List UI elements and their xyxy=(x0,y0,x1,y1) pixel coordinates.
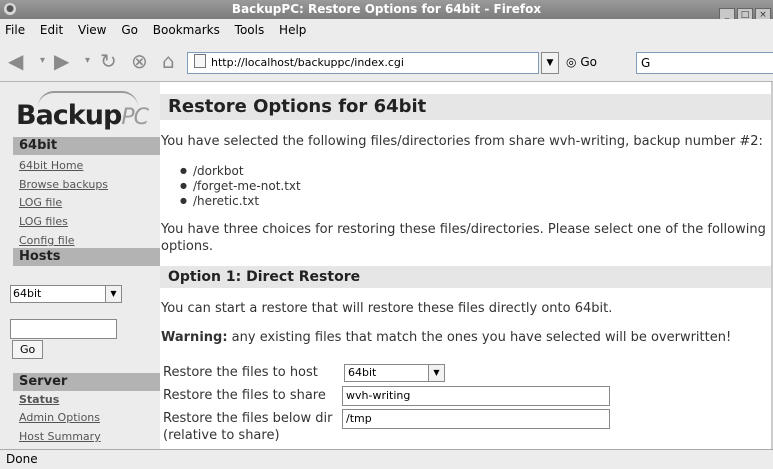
choices-text-cont: options. xyxy=(161,239,214,254)
url-dropdown-icon[interactable]: ▼ xyxy=(541,52,559,74)
back-dropdown-icon[interactable]: ▾ xyxy=(40,55,45,66)
forward-dropdown-icon[interactable]: ▾ xyxy=(85,55,90,66)
menu-edit[interactable]: Edit xyxy=(40,23,63,37)
server-heading: Server xyxy=(13,373,164,391)
host-select[interactable]: 64bit ▼ xyxy=(10,285,122,303)
option1-heading: Option 1: Direct Restore xyxy=(160,266,773,288)
warning-message: any existing files that match the ones y… xyxy=(227,330,732,345)
status-bar: Done xyxy=(0,449,773,469)
warning-text: Warning: any existing files that match t… xyxy=(161,330,731,345)
sidebar-link-status[interactable]: Status xyxy=(19,393,59,406)
page-icon xyxy=(194,54,206,68)
backuppc-logo[interactable]: BackupPC xyxy=(12,88,152,134)
menu-go[interactable]: Go xyxy=(121,23,138,37)
menu-tools[interactable]: Tools xyxy=(235,23,265,37)
main-content: Restore Options for 64bit You have selec… xyxy=(160,82,773,449)
host-heading: 64bit xyxy=(13,137,164,155)
chevron-down-icon: ▼ xyxy=(428,365,444,381)
go-button[interactable]: ◎ Go xyxy=(566,55,597,69)
menu-bar: File Edit View Go Bookmarks Tools Help xyxy=(0,19,773,41)
sidebar-link-admin-options[interactable]: Admin Options xyxy=(19,411,100,424)
option1-description: You can start a restore that will restor… xyxy=(161,301,613,316)
menu-view[interactable]: View xyxy=(78,23,106,37)
host-label: Restore the files to host xyxy=(163,365,318,380)
warning-label: Warning: xyxy=(161,330,228,345)
sidebar-link-log-file[interactable]: LOG file xyxy=(19,196,62,209)
sidebar-link-log-files[interactable]: LOG files xyxy=(19,215,68,228)
back-icon[interactable]: ◀ xyxy=(8,49,23,73)
page-title: Restore Options for 64bit xyxy=(160,94,773,120)
go-label: Go xyxy=(580,55,597,69)
restore-host-value: 64bit xyxy=(348,366,377,379)
file-list-item: /dorkbot xyxy=(180,164,244,178)
sidebar: BackupPC 64bit 64bit Home Browse backups… xyxy=(0,82,164,449)
logo-suffix: PC xyxy=(121,105,149,130)
sidebar-link-host-summary[interactable]: Host Summary xyxy=(19,430,101,443)
menu-bookmarks[interactable]: Bookmarks xyxy=(153,23,220,37)
sidebar-link-browse-backups[interactable]: Browse backups xyxy=(19,178,108,191)
restore-host-select[interactable]: 64bit ▼ xyxy=(344,364,445,382)
choices-text: You have three choices for restoring the… xyxy=(161,222,766,237)
hosts-heading: Hosts xyxy=(13,248,164,266)
share-label: Restore the files to share xyxy=(163,388,326,403)
menu-file[interactable]: File xyxy=(5,23,25,37)
reload-icon[interactable]: ↻ xyxy=(100,49,117,73)
url-field[interactable]: http://localhost/backuppc/index.cgi xyxy=(187,52,539,74)
restore-share-field[interactable]: wvh-writing xyxy=(342,386,610,406)
sidebar-link-config-file[interactable]: Config file xyxy=(19,234,75,247)
restore-dir-field[interactable]: /tmp xyxy=(342,409,610,429)
intro-text: You have selected the following files/di… xyxy=(161,134,763,149)
file-list-item: /forget-me-not.txt xyxy=(180,179,301,193)
sidebar-link-host-home[interactable]: 64bit Home xyxy=(19,159,83,172)
host-go-button[interactable]: Go xyxy=(12,340,44,359)
go-icon: ◎ xyxy=(566,55,577,69)
window-title: BackupPC: Restore Options for 64bit - Fi… xyxy=(231,2,542,16)
host-search-input[interactable] xyxy=(10,319,117,339)
host-select-value: 64bit xyxy=(13,287,42,300)
search-input[interactable]: G xyxy=(636,52,773,74)
file-list-item: /heretic.txt xyxy=(180,194,259,208)
stop-icon[interactable]: ⊗ xyxy=(131,49,148,73)
forward-icon[interactable]: ▶ xyxy=(54,49,69,73)
dir-label: Restore the files below dir xyxy=(163,411,333,426)
navigation-toolbar: ◀ ▾ ▶ ▾ ↻ ⊗ ⌂ http://localhost/backuppc/… xyxy=(0,41,773,82)
home-icon[interactable]: ⌂ xyxy=(162,49,175,73)
url-text: http://localhost/backuppc/index.cgi xyxy=(211,56,404,69)
menu-help[interactable]: Help xyxy=(279,23,306,37)
page-content: BackupPC 64bit 64bit Home Browse backups… xyxy=(0,82,773,449)
dir-sublabel: (relative to share) xyxy=(163,428,280,443)
window-titlebar: ● BackupPC: Restore Options for 64bit - … xyxy=(0,0,773,23)
logo-text: Backup xyxy=(16,100,122,131)
chevron-down-icon: ▼ xyxy=(105,286,121,302)
search-engine-icon: G xyxy=(641,56,651,70)
